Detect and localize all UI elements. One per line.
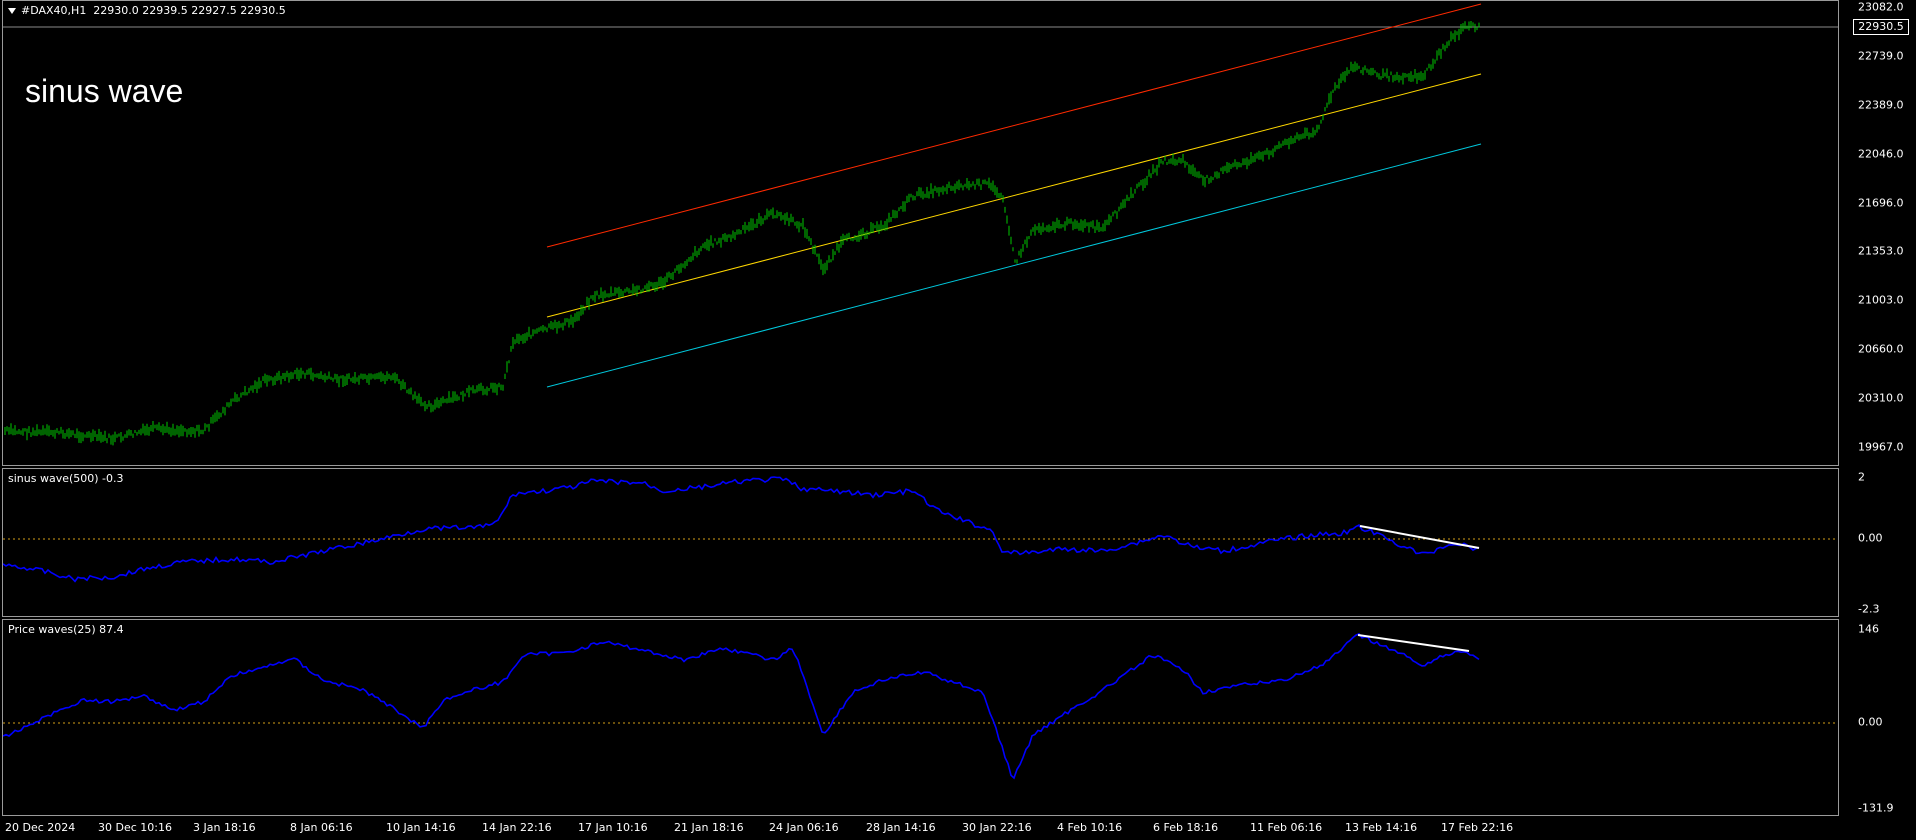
time-label: 17 Jan 10:16	[578, 821, 648, 834]
time-label: 6 Feb 18:16	[1153, 821, 1219, 834]
price-waves-tick: 0.00	[1858, 715, 1883, 729]
price-tick: 22389.0	[1858, 98, 1904, 112]
price-waves-line	[3, 632, 1480, 780]
price-waves-svg	[3, 632, 1838, 780]
price-waves-tick: -131.9	[1858, 801, 1894, 815]
sinus-tick: -2.3	[1858, 602, 1880, 616]
price-tick: 22046.0	[1858, 147, 1904, 161]
price-tick: 21003.0	[1858, 293, 1904, 307]
channel-upper-line	[546, 3, 1482, 248]
time-label: 17 Feb 22:16	[1441, 821, 1514, 834]
price-waves-tick: 146	[1858, 622, 1879, 636]
time-label: 11 Feb 06:16	[1250, 821, 1323, 834]
time-label: 30 Dec 10:16	[98, 821, 172, 834]
time-label: 13 Feb 14:16	[1345, 821, 1418, 834]
price-tick: 21696.0	[1858, 196, 1904, 210]
current-price-badge: 22930.5	[1853, 19, 1909, 35]
sinus-wave-svg	[3, 476, 1838, 583]
price-candles	[4, 21, 1480, 446]
price-chart-svg	[3, 3, 1838, 446]
time-label: 21 Jan 18:16	[674, 821, 744, 834]
price-tick: 21353.0	[1858, 244, 1904, 258]
sinus-wave-pane[interactable]: sinus wave(500) -0.3	[2, 468, 1839, 617]
time-label: 10 Jan 14:16	[386, 821, 456, 834]
time-axis[interactable]: 20 Dec 2024 30 Dec 10:16 3 Jan 18:16 8 J…	[0, 816, 1916, 840]
price-tick: 23082.0	[1858, 0, 1904, 14]
price-tick: 20310.0	[1858, 391, 1904, 405]
channel-mid-line	[546, 73, 1482, 318]
time-label: 14 Jan 22:16	[482, 821, 552, 834]
price-scale[interactable]: 23082.0 22739.0 22389.0 22046.0 21696.0 …	[1840, 0, 1916, 816]
price-chart-pane[interactable]: #DAX40,H1 22930.0 22939.5 22927.5 22930.…	[2, 0, 1839, 466]
sinus-tick: 2	[1858, 470, 1865, 484]
time-label: 20 Dec 2024	[5, 821, 76, 834]
price-tick: 20660.0	[1858, 342, 1904, 356]
time-label: 24 Jan 06:16	[769, 821, 839, 834]
time-label: 8 Jan 06:16	[290, 821, 353, 834]
price-waves-pane[interactable]: Price waves(25) 87.4	[2, 619, 1839, 816]
time-label: 4 Feb 10:16	[1057, 821, 1123, 834]
sinus-wave-line	[3, 476, 1480, 583]
sinus-tick: 0.00	[1858, 531, 1883, 545]
time-label: 30 Jan 22:16	[962, 821, 1032, 834]
time-label: 28 Jan 14:16	[866, 821, 936, 834]
price-tick: 19967.0	[1858, 440, 1904, 454]
time-label: 3 Jan 18:16	[193, 821, 256, 834]
sinus-divergence-line	[1359, 525, 1480, 549]
price-tick: 22739.0	[1858, 49, 1904, 63]
